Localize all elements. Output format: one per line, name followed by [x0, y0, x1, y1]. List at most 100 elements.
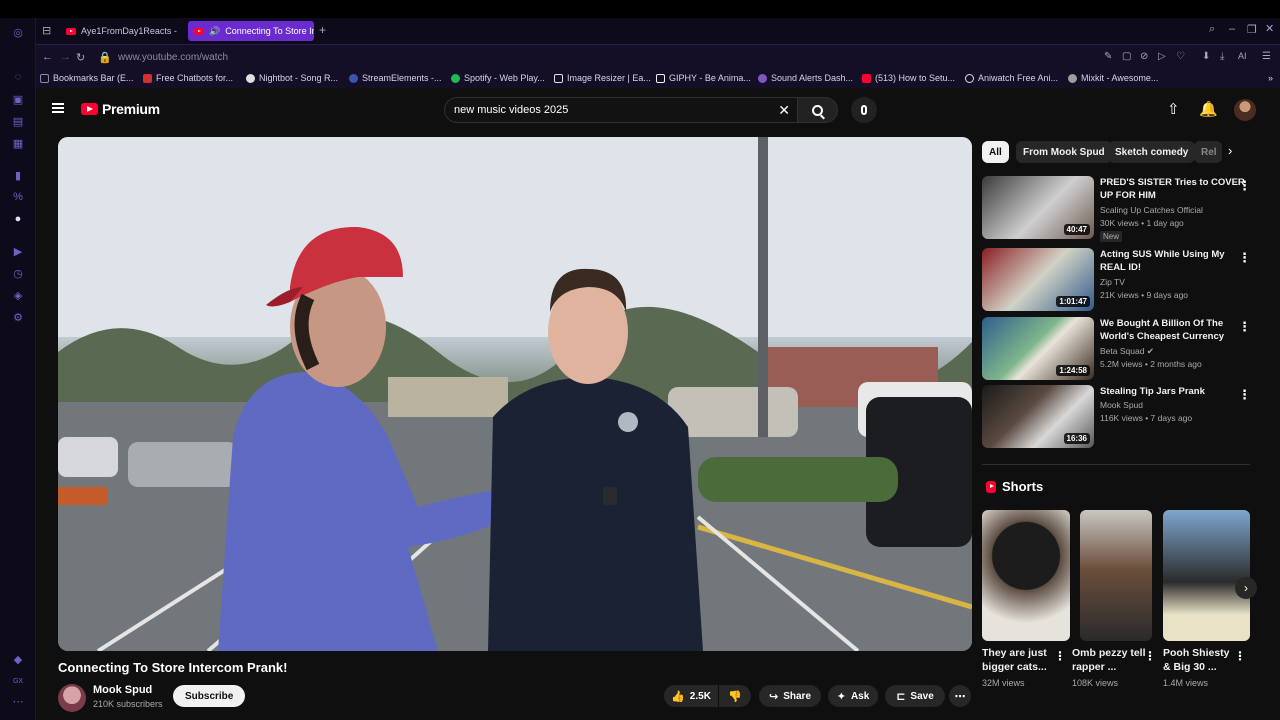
extensions-icon[interactable]: ▣ — [11, 92, 25, 106]
aria-icon[interactable]: ◌ — [11, 70, 25, 84]
bookmarks-overflow-icon[interactable]: » — [1268, 73, 1273, 83]
history-icon[interactable]: ◷ — [11, 266, 25, 280]
browser-menu-icon[interactable]: ◎ — [11, 25, 25, 39]
more-vertical-icon[interactable]: ⋮ — [1238, 387, 1251, 403]
chip-all[interactable]: All — [982, 141, 1009, 163]
new-tab-icon[interactable]: + — [319, 23, 326, 37]
shorts-next-button[interactable]: › — [1235, 577, 1257, 599]
user-avatar[interactable] — [1234, 99, 1256, 121]
percent-icon[interactable]: % — [11, 190, 25, 204]
url-field[interactable]: www.youtube.com/watch — [118, 52, 228, 63]
chevron-right-icon[interactable]: › — [1228, 143, 1232, 158]
hamburger-menu-icon[interactable] — [52, 103, 64, 113]
chip-from-mook-spud[interactable]: From Mook Spud — [1016, 141, 1112, 163]
browser-menu-icon[interactable]: ☰ — [1262, 51, 1271, 62]
cube-icon[interactable]: ◈ — [11, 288, 25, 302]
more-actions-button[interactable]: ⋯ — [949, 685, 971, 707]
chip-related[interactable]: Rel — [1194, 141, 1222, 163]
recommendation-channel[interactable]: Zip TV — [1100, 277, 1125, 287]
more-vertical-icon[interactable]: ⋮ — [1238, 319, 1251, 335]
recommendation-channel[interactable]: Mook Spud — [1100, 400, 1143, 410]
bookmark-item[interactable]: (513) How to Setu... — [862, 73, 955, 83]
more-vertical-icon[interactable]: ⋮ — [1054, 649, 1066, 663]
short-thumbnail[interactable] — [982, 510, 1070, 641]
like-button[interactable]: 👍 2.5K — [664, 685, 718, 707]
bookmark-item[interactable]: Bookmarks Bar (E... — [40, 73, 134, 83]
recommendation-title[interactable]: PRED'S SISTER Tries to COVER UP FOR HIM — [1100, 176, 1250, 202]
search-input[interactable] — [454, 104, 754, 116]
ai-icon[interactable]: AI — [1238, 51, 1247, 61]
bookmark-item[interactable]: Sound Alerts Dash... — [758, 73, 853, 83]
pin-icon[interactable]: ✎ — [1104, 51, 1112, 62]
video-thumbnail[interactable]: 1:01:47 — [982, 248, 1094, 311]
bookmark-item[interactable]: GIPHY - Be Anima... — [656, 73, 751, 83]
settings-icon[interactable]: ⚙ — [11, 310, 25, 324]
download-icon[interactable]: ⬇ — [1202, 51, 1210, 62]
voice-search-button[interactable] — [851, 97, 877, 123]
save-button[interactable]: ⊏ Save — [885, 685, 945, 707]
video-thumbnail[interactable]: 40:47 — [982, 176, 1094, 239]
bookmark-item[interactable]: StreamElements -... — [349, 73, 442, 83]
tab-active[interactable]: 🔊 Connecting To Store In — [188, 21, 314, 41]
gx-control-icon[interactable]: ◆ — [11, 652, 25, 666]
channel-name[interactable]: Mook Spud — [93, 684, 152, 696]
chip-sketch-comedy[interactable]: Sketch comedy — [1108, 141, 1196, 163]
recommendation-title[interactable]: We Bought A Billion Of The World's Cheap… — [1100, 317, 1250, 343]
short-title[interactable]: Pooh Shiesty & Big 30 ... — [1163, 646, 1239, 674]
editor-icon[interactable]: ▤ — [11, 114, 25, 128]
recommendation-title[interactable]: Stealing Tip Jars Prank — [1100, 385, 1250, 398]
adblock-icon[interactable]: ⊘ — [1140, 51, 1148, 62]
bookmark-item[interactable]: Mixkit - Awesome... — [1068, 73, 1158, 83]
short-title[interactable]: They are just bigger cats... — [982, 646, 1058, 674]
heart-icon[interactable]: ♡ — [1176, 51, 1185, 62]
more-icon[interactable]: ⋯ — [11, 694, 25, 708]
recommendation-item[interactable]: 1:24:58 We Bought A Billion Of The World… — [982, 317, 1280, 380]
more-vertical-icon[interactable]: ⋮ — [1238, 250, 1251, 266]
bookmark-item[interactable]: Spotify - Web Play... — [451, 73, 545, 83]
forward-icon[interactable]: → — [60, 51, 71, 63]
tab-switcher-icon[interactable]: ⊟ — [42, 24, 51, 37]
tab-inactive[interactable]: Aye1FromDay1Reacts - Yo — [60, 21, 178, 41]
messenger-icon[interactable]: ▦ — [11, 136, 25, 150]
recommendation-channel[interactable]: Scaling Up Catches Official — [1100, 205, 1203, 215]
subscribe-button[interactable]: Subscribe — [173, 685, 246, 707]
video-thumbnail[interactable]: 1:24:58 — [982, 317, 1094, 380]
clear-search-icon[interactable]: ✕ — [778, 102, 790, 119]
twitch-icon[interactable]: ▮ — [11, 168, 25, 182]
create-upload-icon[interactable]: ⇧ — [1167, 100, 1180, 118]
short-thumbnail[interactable] — [1163, 510, 1250, 641]
more-vertical-icon[interactable]: ⋮ — [1234, 649, 1246, 663]
bookmark-item[interactable]: Free Chatbots for... — [143, 73, 233, 83]
video-player[interactable] — [58, 137, 972, 651]
snapshot-icon[interactable]: ▢ — [1122, 51, 1131, 62]
video-thumbnail[interactable]: 16:36 — [982, 385, 1094, 448]
discord-icon[interactable]: ● — [11, 212, 25, 226]
recommendation-title[interactable]: Acting SUS While Using My REAL ID! — [1100, 248, 1250, 274]
bookmark-item[interactable]: Nightbot - Song R... — [246, 73, 338, 83]
download-arrow-icon[interactable]: ⤓ — [1220, 51, 1224, 62]
short-title[interactable]: Omb pezzy tell rapper ... — [1072, 646, 1148, 674]
dislike-button[interactable]: 👎 — [719, 685, 751, 707]
bookmark-item[interactable]: Aniwatch Free Ani... — [965, 73, 1058, 83]
close-window-icon[interactable]: ✕ — [1265, 22, 1274, 35]
recommendation-item[interactable]: 40:47 PRED'S SISTER Tries to COVER UP FO… — [982, 176, 1280, 242]
share-button[interactable]: ↪ Share — [759, 685, 821, 707]
recommendation-item[interactable]: 16:36 Stealing Tip Jars Prank Mook Spud … — [982, 385, 1280, 448]
more-vertical-icon[interactable]: ⋮ — [1144, 649, 1156, 663]
youtube-logo[interactable]: Premium — [81, 101, 160, 117]
notifications-bell-icon[interactable]: 🔔 — [1199, 100, 1218, 118]
reload-icon[interactable]: ↻ — [76, 51, 85, 64]
more-vertical-icon[interactable]: ⋮ — [1238, 178, 1251, 194]
back-icon[interactable]: ← — [42, 51, 53, 63]
search-button[interactable] — [798, 97, 838, 123]
bookmark-item[interactable]: Image Resizer | Ea... — [554, 73, 651, 83]
search-tabs-icon[interactable]: ⌕ — [1209, 23, 1215, 36]
channel-avatar[interactable] — [58, 684, 86, 712]
player-icon[interactable]: ▷ — [1158, 51, 1166, 62]
ask-button[interactable]: ✦ Ask — [828, 685, 878, 707]
short-thumbnail[interactable] — [1080, 510, 1152, 641]
minimize-icon[interactable]: – — [1229, 23, 1235, 35]
gx-icon[interactable]: GX — [11, 674, 25, 688]
player-icon[interactable]: ▶ — [11, 244, 25, 258]
restore-icon[interactable]: ❐ — [1247, 23, 1257, 36]
